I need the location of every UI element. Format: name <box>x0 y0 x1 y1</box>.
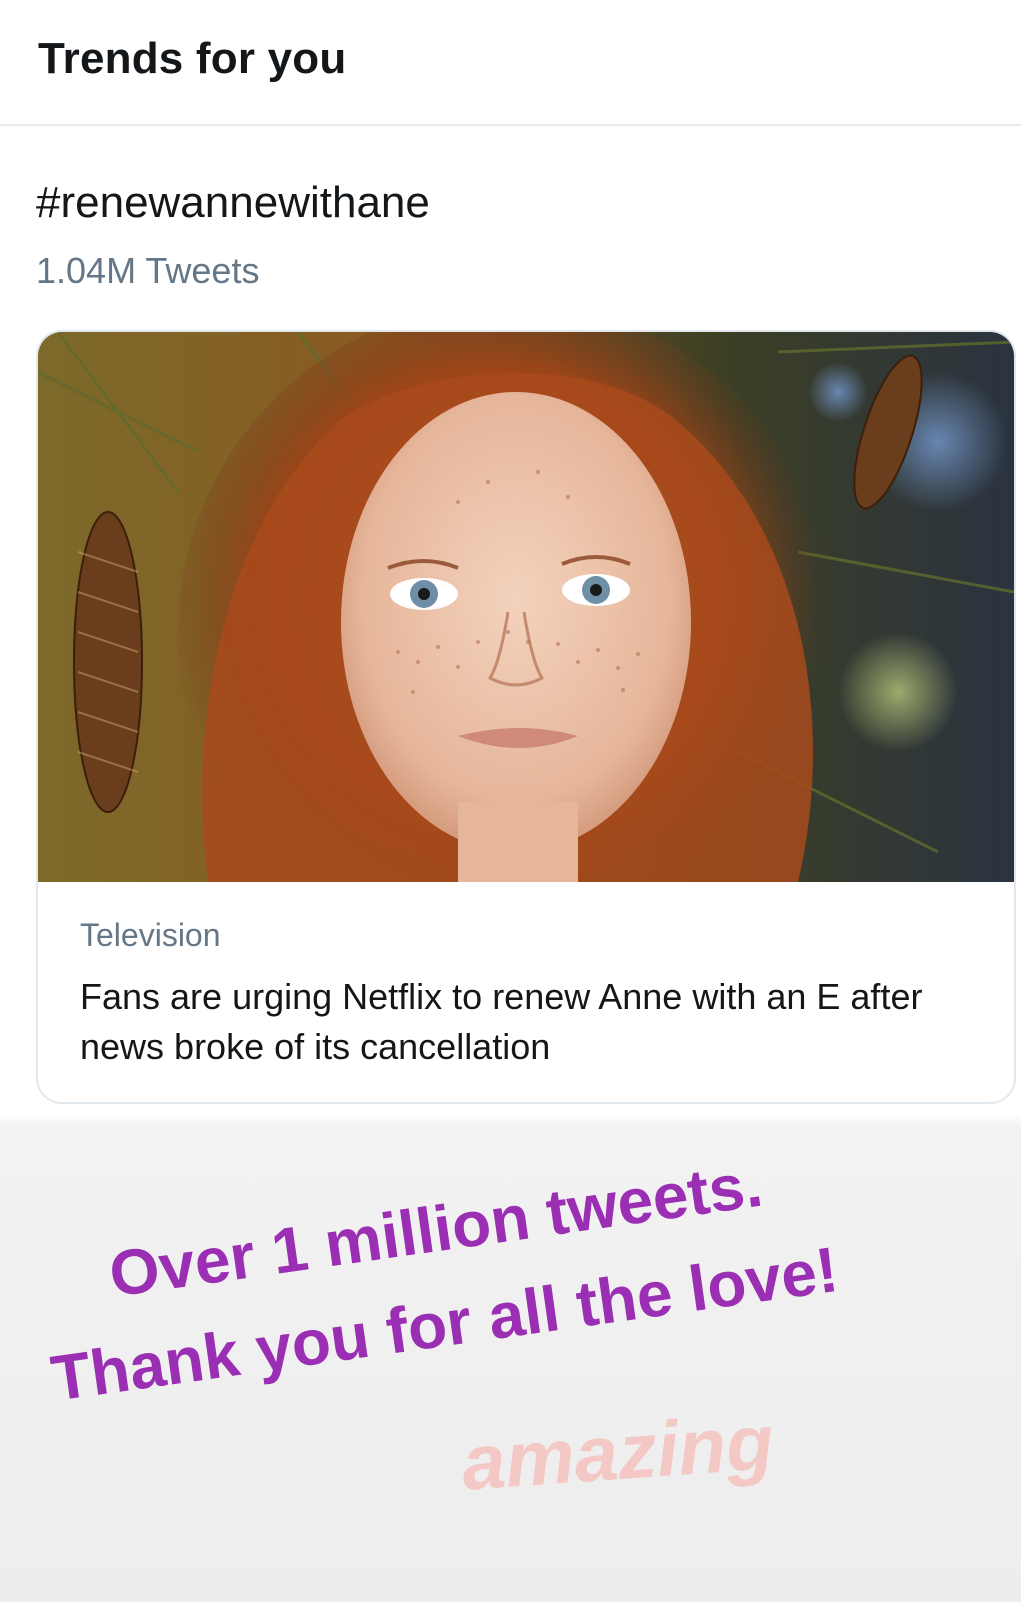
card-image <box>38 332 1014 882</box>
story-screen: Trends for you #renewannewithane 1.04M T… <box>0 0 1021 1602</box>
news-card[interactable]: Television Fans are urging Netflix to re… <box>36 330 1016 1104</box>
trend-hashtag-link[interactable]: #renewannewithane <box>36 178 430 228</box>
page-title: Trends for you <box>38 34 347 83</box>
card-category: Television <box>80 917 221 953</box>
amazing-sticker: amazing <box>458 1397 777 1507</box>
trend-tweet-count: 1.04M Tweets <box>36 250 260 291</box>
card-headline[interactable]: Fans are urging Netflix to renew Anne wi… <box>80 972 980 1072</box>
trends-header: Trends for you <box>0 0 1021 126</box>
